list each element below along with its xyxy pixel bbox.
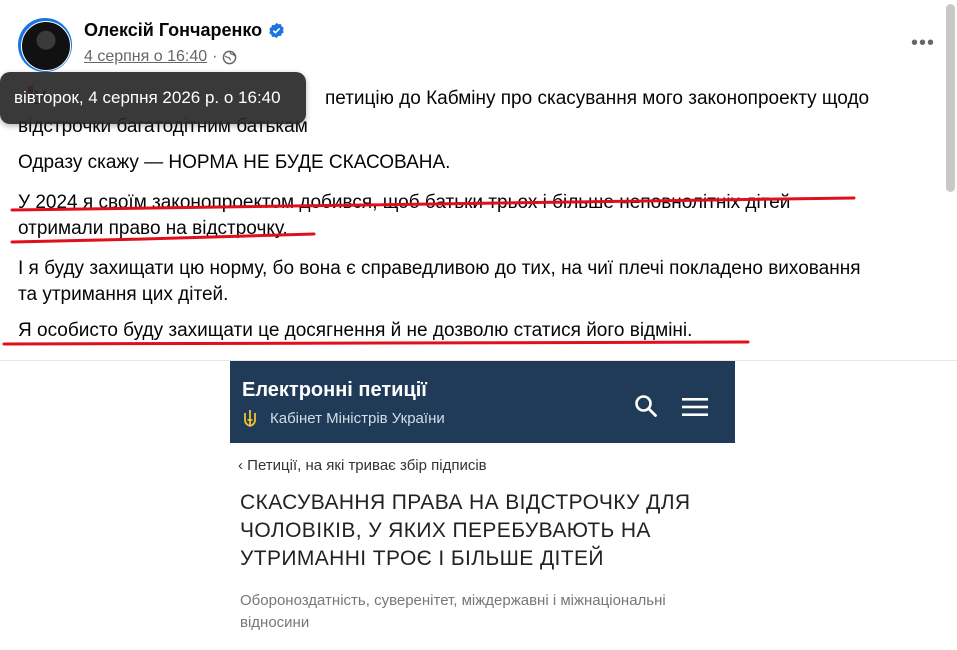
petition-headline: СКАСУВАННЯ ПРАВА НА ВІДСТРОЧКУ ДЛЯ ЧОЛОВ…: [240, 489, 690, 573]
author-name-text[interactable]: Олексій Гончаренко: [84, 20, 262, 41]
author-name[interactable]: Олексій Гончаренко: [84, 20, 285, 41]
trident-icon: [244, 410, 256, 427]
category-line-2: відносини: [240, 614, 310, 631]
back-link: ‹ Петиції, на які триває збір підписів: [238, 457, 487, 474]
hamburger-menu-icon: [682, 398, 708, 416]
post-date-link[interactable]: 4 серпня о 16:40: [84, 48, 207, 66]
paragraph-2: Одразу скажу — НОРМА НЕ БУДЕ СКАСОВАНА.: [18, 152, 451, 173]
post-meta: 4 серпня о 16:40 ·: [84, 48, 237, 66]
p1-rest: петицію до Кабміну про скасування мого з…: [325, 88, 870, 109]
headline-line-3: УТРИМАННІ ТРОЄ І БІЛЬШЕ ДІТЕЙ: [240, 547, 604, 570]
facebook-post: Олексій Гончаренко 4 серпня о 16:40 · ••…: [0, 0, 957, 650]
more-options-icon[interactable]: •••: [908, 30, 938, 56]
headline-line-1: СКАСУВАННЯ ПРАВА НА ВІДСТРОЧКУ ДЛЯ: [240, 491, 691, 514]
verified-badge-icon: [269, 22, 284, 39]
avatar[interactable]: [18, 18, 72, 72]
petition-category: Обороноздатність, суверенітет, міждержав…: [240, 590, 666, 634]
petition-site-header: Електронні петиції Кабінет Міністрів Укр…: [230, 361, 735, 443]
attached-screenshot[interactable]: Електронні петиції Кабінет Міністрів Укр…: [230, 361, 735, 650]
paragraph-4-line-2: та утримання цих дітей.: [18, 284, 229, 305]
site-title: Електронні петиції: [242, 379, 427, 401]
site-subtitle: Кабінет Міністрів України: [270, 410, 445, 427]
search-icon: [635, 395, 657, 417]
scrollbar[interactable]: [946, 4, 955, 192]
category-line-1: Обороноздатність, суверенітет, міждержав…: [240, 592, 666, 609]
paragraph-3-line-1: У 2024 я своїм законопроектом добився, щ…: [18, 192, 791, 213]
meta-separator: ·: [212, 48, 218, 65]
headline-line-2: ЧОЛОВІКІВ, У ЯКИХ ПЕРЕБУВАЮТЬ НА: [240, 519, 651, 542]
paragraph-3-line-2: отримали право на відстрочку.: [18, 218, 288, 239]
date-tooltip: вівторок, 4 серпня 2026 р. о 16:40: [0, 72, 306, 124]
globe-icon: [223, 50, 237, 64]
paragraph-4-line-1: І я буду захищати цю норму, бо вона є сп…: [18, 258, 861, 279]
avatar-photo: [21, 21, 71, 71]
paragraph-5: Я особисто буду захищати це досягнення й…: [18, 320, 693, 341]
